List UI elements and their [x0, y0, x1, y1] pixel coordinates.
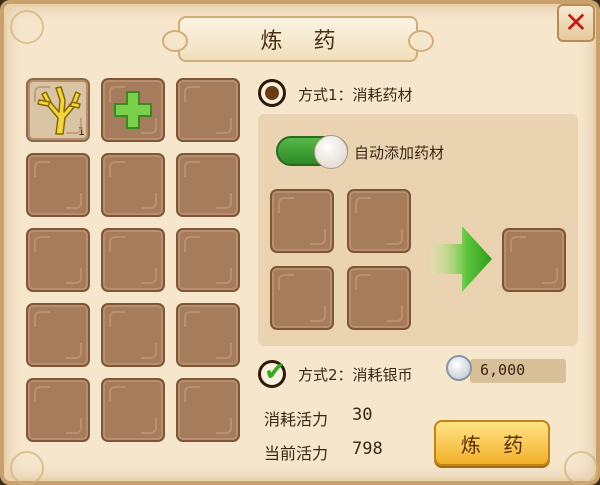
radio-dot-icon [265, 86, 279, 100]
toggle-knob [314, 135, 348, 169]
corner-ornament [564, 451, 598, 485]
herb-input-slot[interactable] [270, 189, 334, 253]
close-icon: ✕ [564, 6, 588, 39]
inventory-slot[interactable] [101, 378, 165, 442]
inventory-slot[interactable] [176, 228, 240, 292]
add-slot-button[interactable] [101, 78, 165, 142]
corner-ornament [10, 10, 44, 44]
silver-cost: 6,000 [480, 361, 526, 379]
auto-add-label: 自动添加药材 [354, 144, 445, 162]
inventory-slot[interactable] [101, 303, 165, 367]
coral-herb-icon [37, 86, 81, 135]
inventory-slot[interactable] [26, 378, 90, 442]
herb-input-slot[interactable] [347, 266, 411, 330]
title-plate: 炼 药 [162, 16, 434, 62]
inventory-slot[interactable] [176, 303, 240, 367]
inventory-slot[interactable]: 1 [26, 78, 90, 142]
method1-label: 方式1：消耗药材 [298, 86, 413, 104]
inventory-slot[interactable] [101, 153, 165, 217]
refine-button[interactable]: 炼 药 [434, 420, 550, 466]
refine-button-label: 炼 药 [460, 432, 532, 457]
method1-radio[interactable] [258, 79, 286, 107]
auto-add-toggle[interactable] [276, 135, 348, 169]
method2-label: 方式2：消耗银币 [298, 366, 413, 384]
inventory-slot[interactable] [176, 378, 240, 442]
inventory-slot[interactable] [101, 228, 165, 292]
current-vitality-value: 798 [352, 439, 383, 459]
inventory-slot[interactable] [26, 153, 90, 217]
close-button[interactable]: ✕ [557, 4, 595, 42]
consume-vitality-label: 消耗活力 [264, 410, 329, 429]
current-vitality-label: 当前活力 [264, 444, 329, 463]
corner-ornament [10, 451, 44, 485]
checkmark-icon: ✔ [264, 357, 286, 387]
inventory-slot[interactable] [176, 78, 240, 142]
item-count: 1 [78, 125, 85, 138]
result-slot[interactable] [502, 228, 566, 292]
herb-input-slot[interactable] [270, 266, 334, 330]
window-title: 炼 药 [260, 29, 348, 54]
arrow-right-icon [430, 226, 492, 292]
inventory-slot[interactable] [26, 228, 90, 292]
consume-vitality-value: 30 [352, 405, 373, 425]
method2-radio[interactable]: ✔ [258, 357, 286, 388]
plus-icon [114, 91, 152, 129]
inventory-slot[interactable] [26, 303, 90, 367]
silver-coin-icon [446, 355, 472, 381]
herb-input-slot[interactable] [347, 189, 411, 253]
inventory-slot[interactable] [176, 153, 240, 217]
